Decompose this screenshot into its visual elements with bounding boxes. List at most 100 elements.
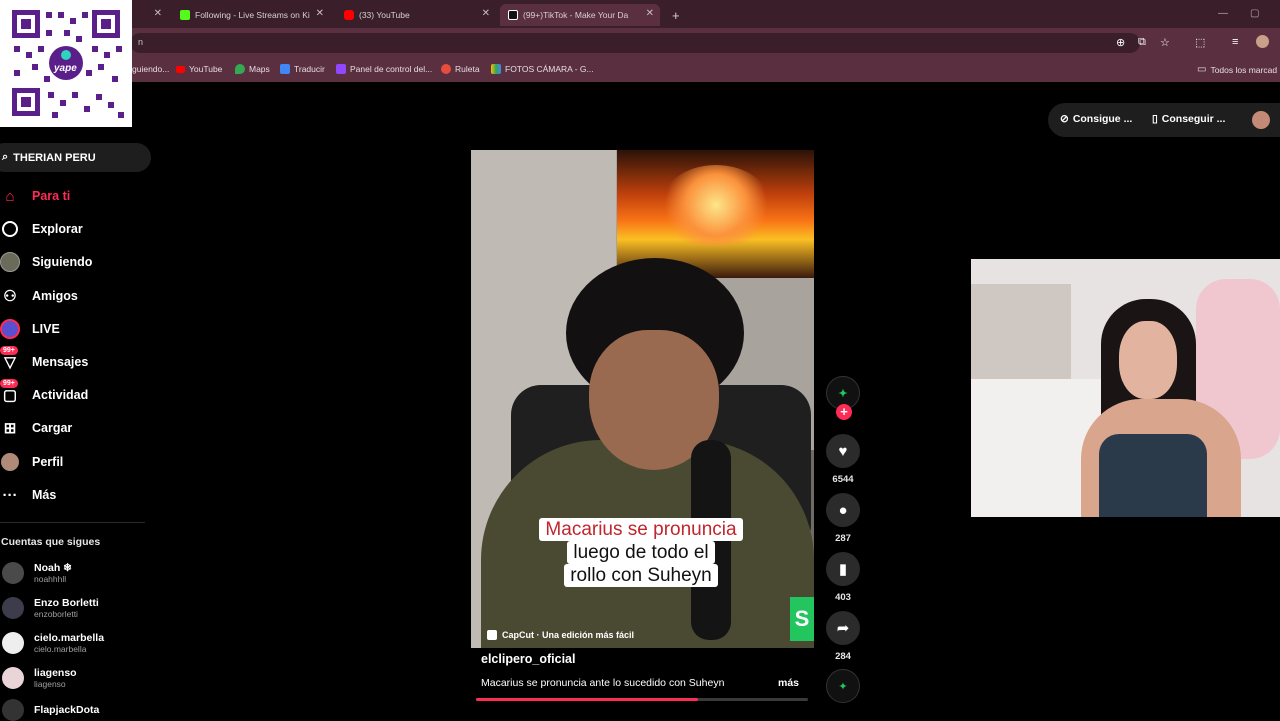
avatar (2, 667, 24, 689)
friends-icon: ⚇ (3, 288, 17, 305)
bookmark-ruleta[interactable]: Ruleta (441, 64, 480, 74)
tab-title: (33) YouTube (359, 10, 410, 20)
following-account[interactable]: Enzo Borletti enzoborletti (2, 597, 99, 619)
following-account[interactable]: liagenso liagenso (2, 667, 77, 689)
save-button[interactable]: ▮ 403 (826, 552, 860, 603)
bookmark-youtube[interactable]: YouTube (176, 64, 222, 74)
close-icon[interactable]: ✕ (646, 8, 654, 19)
notification-badge: 99+ (0, 379, 18, 388)
creator-logo-icon: ✦ (838, 387, 848, 400)
close-icon[interactable]: ✕ (482, 8, 490, 19)
browser-tab-tiktok[interactable]: (99+)TikTok - Make Your Da ✕ (500, 4, 660, 26)
nav-actividad[interactable]: ▢ 99+ Actividad (0, 379, 88, 405)
caption-line: rollo con Suheyn (516, 564, 766, 587)
profile-avatar[interactable] (1256, 35, 1269, 48)
maximize-icon[interactable]: ▢ (1250, 8, 1259, 19)
progress-fill (476, 698, 699, 701)
top-actions-bar: ⊘ Consigue ... ▯ Conseguir ... (1048, 103, 1280, 137)
following-section-title: Cuentas que sigues (1, 536, 101, 548)
search-input[interactable]: ⌕ THERIAN PERU (0, 143, 151, 172)
nav-live[interactable]: LIVE (0, 319, 60, 339)
follow-plus-button[interactable]: + (836, 404, 852, 420)
heart-icon: ♥ (838, 442, 848, 460)
phone-icon: ▯ (1152, 113, 1158, 125)
get-app-button[interactable]: ▯ Conseguir ... (1152, 113, 1225, 125)
notification-badge: 99+ (0, 346, 18, 355)
url-field[interactable]: n (130, 33, 1140, 53)
account-name: Enzo Borletti (34, 597, 99, 609)
comment-icon: ● (838, 501, 848, 519)
star-icon[interactable]: ☆ (1160, 36, 1170, 49)
capcut-watermark[interactable]: CapCut · Una edición más fácil (487, 630, 634, 640)
button-label: Conseguir ... (1161, 113, 1226, 125)
button-label: Consigue ... (1072, 113, 1133, 125)
account-name: Noah ❄ (34, 562, 72, 574)
more-button[interactable]: más (778, 677, 799, 689)
webcam-person-face (1119, 321, 1177, 399)
account-name: liagenso (34, 667, 77, 679)
video-author[interactable]: elclipero_oficial (481, 652, 575, 666)
capcut-label: CapCut · Una edición más fácil (502, 630, 635, 640)
following-account[interactable]: FlapjackDota (2, 699, 99, 721)
upload-icon: ⊞ (3, 420, 17, 437)
browser-tab-youtube[interactable]: (33) YouTube ✕ (336, 4, 496, 26)
account-name: cielo.marbella (34, 632, 105, 644)
extensions-icon[interactable]: ⬚ (1195, 36, 1205, 49)
install-icon[interactable]: ⧉ (1138, 36, 1146, 49)
bookmark-fotos[interactable]: FOTOS CÁMARA - G... (491, 64, 594, 74)
browser-tab-close-hidden[interactable]: ✕ (132, 4, 168, 26)
maps-icon (235, 64, 245, 74)
tab-title: (99+)TikTok - Make Your Da (523, 10, 629, 20)
media-icon[interactable]: ≡ (1232, 36, 1238, 48)
nav-mas[interactable]: ··· Más (0, 485, 57, 505)
twitch-icon (336, 64, 346, 74)
youtube-icon (344, 10, 354, 20)
nav-para-ti[interactable]: ⌂ Para ti (0, 186, 70, 206)
close-icon[interactable]: ✕ (316, 8, 324, 19)
avatar (2, 597, 24, 619)
video-progress-bar[interactable] (476, 698, 808, 701)
live-icon (0, 319, 20, 339)
close-icon[interactable]: ✕ (154, 8, 162, 19)
tiktok-icon (508, 10, 518, 20)
zoom-icon[interactable]: ⊕ (1116, 36, 1125, 49)
comment-button[interactable]: ● 287 (826, 493, 860, 544)
minimize-icon[interactable]: — (1218, 8, 1228, 19)
nav-siguiendo[interactable]: Siguiendo (0, 252, 92, 272)
user-avatar[interactable] (1252, 111, 1270, 129)
browser-tab-kick[interactable]: Following - Live Streams on Ki ✕ (172, 4, 330, 26)
share-icon: ➦ (836, 620, 850, 637)
nav-perfil[interactable]: Perfil (0, 452, 63, 472)
drive-icon (491, 64, 501, 74)
nav-amigos[interactable]: ⚇ Amigos (0, 286, 78, 306)
share-count: 284 (835, 651, 851, 662)
following-account[interactable]: Noah ❄ noahhhll (2, 562, 72, 584)
bookmark-label: Maps (249, 64, 270, 74)
following-avatar (0, 252, 20, 272)
bookmark-label: Panel de control del... (350, 64, 433, 74)
like-button[interactable]: ♥ 6544 (826, 434, 860, 485)
nav-mensajes[interactable]: ▽ 99+ Mensajes (0, 346, 88, 372)
video-fire-glow (661, 165, 771, 245)
all-bookmarks[interactable]: ▭ Todos los marcad (1197, 64, 1277, 75)
avatar (2, 632, 24, 654)
nav-label: Siguiendo (32, 255, 93, 269)
search-icon: ⌕ (2, 151, 9, 163)
caption-line: luego de todo el (516, 541, 766, 564)
url-text: n (138, 37, 144, 47)
wheel-icon (441, 64, 451, 74)
nav-explorar[interactable]: Explorar (0, 219, 83, 239)
bookmark-following[interactable]: guiendo... (132, 64, 169, 74)
avatar (2, 699, 24, 721)
comment-count: 287 (835, 533, 851, 544)
bookmark-panel[interactable]: Panel de control del... (336, 64, 432, 74)
bookmark-translate[interactable]: Traducir (280, 64, 325, 74)
get-coins-button[interactable]: ⊘ Consigue ... (1060, 113, 1132, 125)
following-account[interactable]: cielo.marbella cielo.marbella (2, 632, 104, 654)
share-button[interactable]: ➦ 284 (826, 611, 860, 662)
new-tab-button[interactable]: + (664, 4, 684, 26)
bookmark-maps[interactable]: Maps (235, 64, 270, 74)
music-disc[interactable]: ✦ (826, 669, 860, 703)
nav-cargar[interactable]: ⊞ Cargar (0, 418, 73, 438)
video-player[interactable]: Macarius se pronuncia luego de todo el r… (471, 150, 814, 648)
